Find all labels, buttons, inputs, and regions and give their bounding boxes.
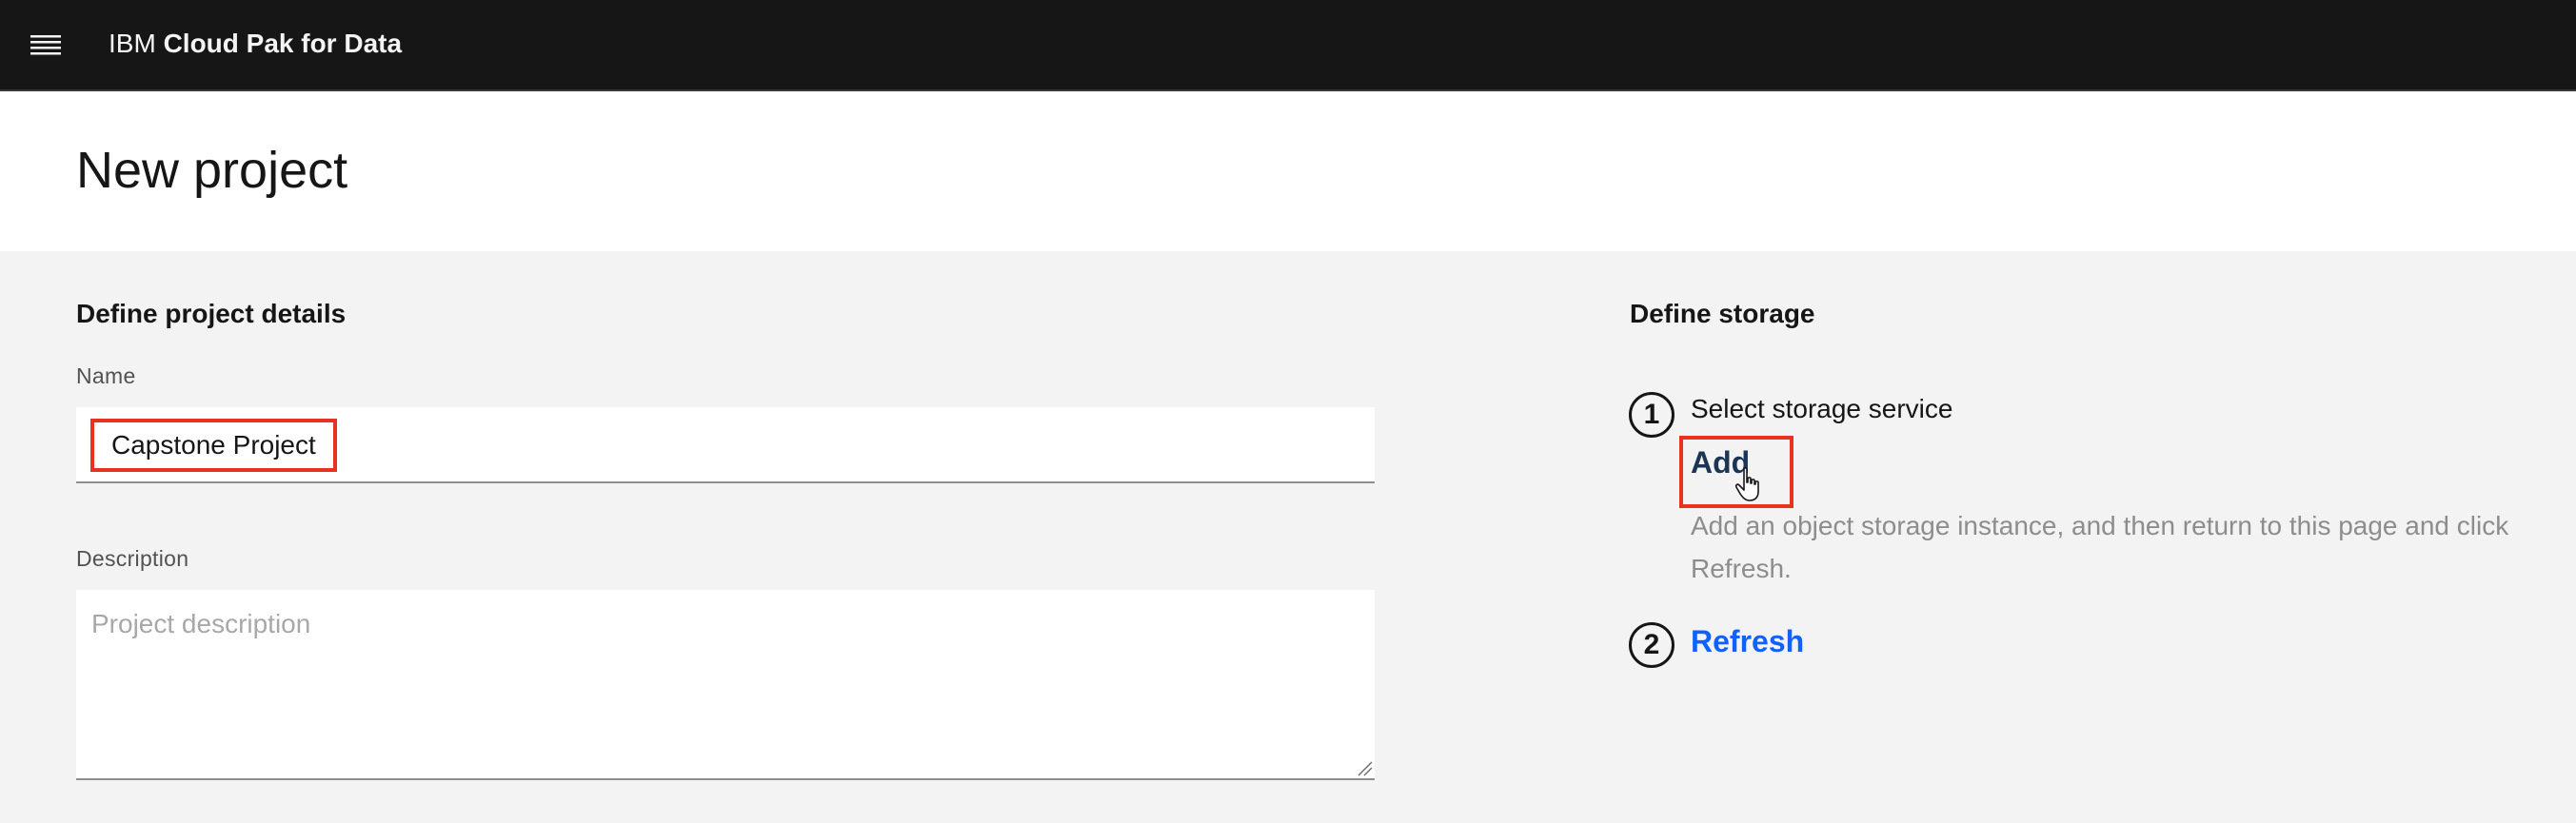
refresh-link[interactable]: Refresh bbox=[1691, 624, 1804, 659]
step-number-1: 1 bbox=[1629, 392, 1674, 438]
storage-heading: Define storage bbox=[1630, 299, 1815, 328]
page-title: New project bbox=[76, 142, 348, 199]
resize-grip-icon[interactable] bbox=[1356, 759, 1373, 776]
brand-product: Cloud Pak for Data bbox=[163, 29, 403, 58]
brand-name[interactable]: IBM Cloud Pak for Data bbox=[109, 29, 402, 59]
description-field[interactable]: Project description bbox=[76, 590, 1375, 780]
page-header: New project bbox=[0, 91, 2576, 251]
description-placeholder: Project description bbox=[91, 609, 311, 638]
hand-pointer-icon bbox=[1734, 467, 1759, 501]
name-field[interactable]: Capstone Project bbox=[76, 407, 1375, 483]
brand-prefix: IBM bbox=[109, 29, 156, 58]
select-storage-service-label: Select storage service bbox=[1691, 394, 1953, 423]
step-number-2: 2 bbox=[1629, 622, 1674, 668]
hamburger-menu-icon[interactable] bbox=[19, 25, 72, 67]
name-value: Capstone Project bbox=[90, 419, 337, 472]
storage-helper-text: Add an object storage instance, and then… bbox=[1691, 511, 2509, 583]
description-label: Description bbox=[76, 546, 189, 571]
project-details-heading: Define project details bbox=[76, 299, 347, 328]
main-content: Define project details Name Capstone Pro… bbox=[0, 251, 2576, 823]
top-nav-bar: IBM Cloud Pak for Data bbox=[0, 0, 2576, 91]
name-label: Name bbox=[76, 363, 136, 388]
